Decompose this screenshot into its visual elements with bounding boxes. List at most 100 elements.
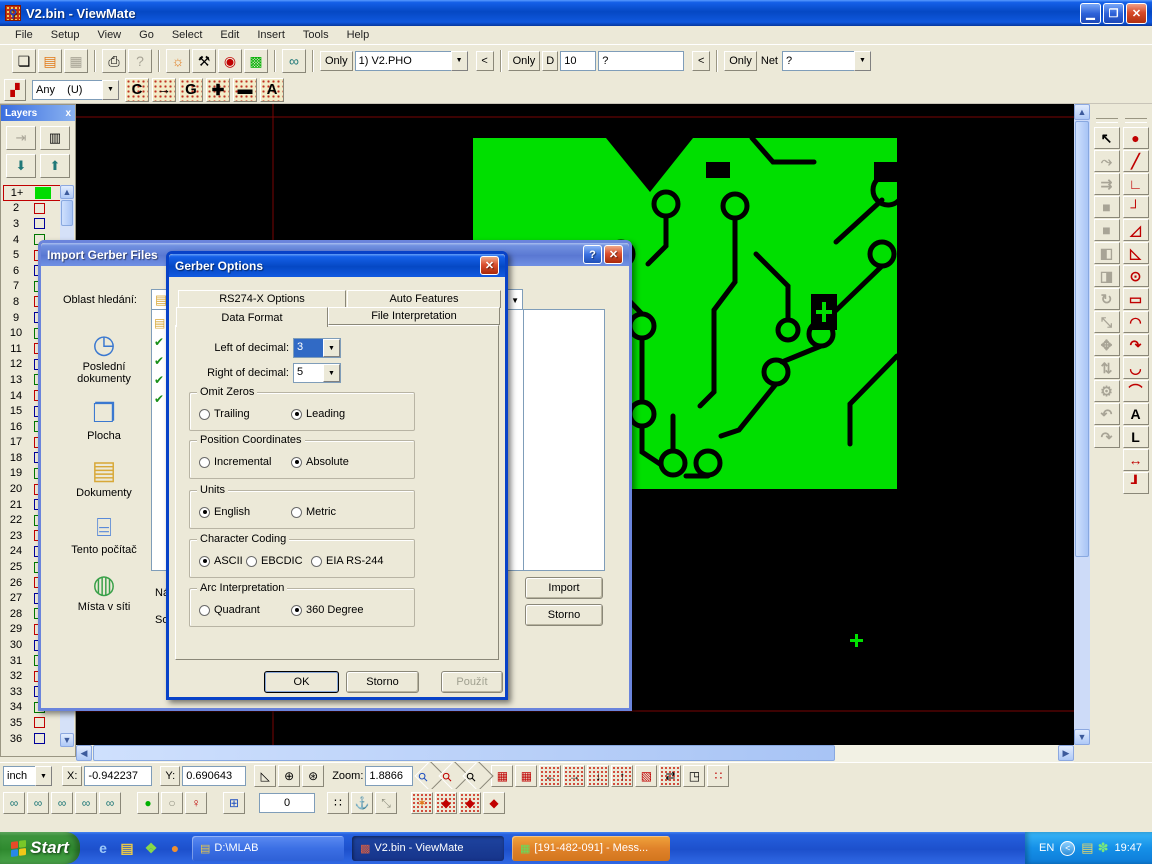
aperture-flash-button[interactable]: ✚ (206, 78, 230, 102)
menu-view[interactable]: View (88, 27, 130, 43)
radio-absolute[interactable] (291, 457, 302, 468)
aperture-slot-button[interactable]: ▬ (233, 78, 257, 102)
vertical-scroll-thumb[interactable] (1075, 121, 1089, 557)
mirror-vertical-button[interactable]: ◨ (1094, 265, 1120, 287)
close-icon[interactable]: ✕ (604, 245, 623, 264)
tab-data-format[interactable]: Data Format (176, 307, 328, 327)
layer-stack-button[interactable]: ▥ (40, 126, 70, 150)
layer-up-button[interactable]: ⬆ (40, 154, 70, 178)
minimize-button[interactable]: ▁ (1080, 3, 1101, 24)
radio-incremental[interactable] (199, 457, 210, 468)
dcode-mode-icon[interactable]: ◉ (218, 49, 242, 73)
task-messenger[interactable]: ▦[191-482-091] - Mess... (512, 836, 670, 861)
layer-row[interactable]: 3 (3, 216, 61, 232)
chevron-down-icon[interactable]: ▼ (35, 766, 52, 786)
layer-down-button[interactable]: ⬇ (6, 154, 36, 178)
select-cursor-button[interactable]: ↖ (1094, 127, 1120, 149)
layer-row[interactable]: 36 (3, 731, 61, 747)
relative-origin-icon[interactable]: ⊛ (302, 765, 324, 787)
draw-arc-point-button[interactable]: ◿ (1123, 219, 1149, 241)
new-file-icon[interactable]: ❏ (12, 49, 36, 73)
anchor-icon[interactable]: ⚓ (351, 792, 373, 814)
menu-go[interactable]: Go (130, 27, 163, 43)
pan-up-icon[interactable]: ↑ (611, 765, 633, 787)
layers-scroll-up-icon[interactable]: ▲ (60, 185, 74, 199)
left-of-decimal-combo[interactable]: 3 ▼ (293, 338, 341, 358)
print-icon[interactable]: ⎙ (102, 49, 126, 73)
grid-value-field[interactable]: 0 (259, 793, 315, 813)
preview-pane[interactable] (523, 309, 605, 571)
undo-curve-button[interactable]: ↶ (1094, 403, 1120, 425)
tray-clipboard-icon[interactable]: ▤ (1081, 840, 1093, 856)
dcode-label-button[interactable]: D (542, 51, 558, 71)
zoom-window-icon[interactable]: ⚲ (463, 760, 494, 791)
layers-close-icon[interactable]: x (65, 108, 71, 119)
scroll-right-icon[interactable]: ▶ (1058, 745, 1074, 761)
book-launcher-icon[interactable]: ❖ (142, 839, 160, 857)
restore-button[interactable]: ❐ (1103, 3, 1124, 24)
draw-pad-button[interactable]: ● (1123, 127, 1149, 149)
place-recent[interactable]: ◷Poslední dokumenty (58, 329, 150, 385)
step-repeat-button[interactable]: ⇅ (1094, 357, 1120, 379)
task-viewmate[interactable]: ▩V2.bin - ViewMate (352, 836, 504, 861)
draw-arc3-button[interactable]: ⌒ (1123, 380, 1149, 402)
flash-red-icon[interactable]: ◆ (435, 792, 457, 814)
scroll-down-icon[interactable]: ▼ (1074, 729, 1090, 745)
layer-row[interactable]: 1+ (3, 185, 61, 201)
unit-combo[interactable]: inch ▼ (3, 766, 52, 786)
view-lines-icon[interactable]: ∞ (27, 792, 49, 814)
draw-corner-button[interactable]: ┘ (1123, 196, 1149, 218)
help-icon[interactable]: ? (583, 245, 602, 264)
layers-scroll-down-icon[interactable]: ▼ (60, 733, 74, 747)
aperture-draw-button[interactable]: → (152, 78, 176, 102)
firefox-launcher-icon[interactable]: ● (166, 839, 184, 857)
move-points-button[interactable]: ⇉ (1094, 173, 1120, 195)
menu-select[interactable]: Select (163, 27, 212, 43)
radio-trailing[interactable] (199, 409, 210, 420)
title-bar[interactable]: ⚲ V2.bin - ViewMate ▁ ❐ ✕ (0, 0, 1152, 26)
flash-black-icon[interactable]: ◆ (483, 792, 505, 814)
radio-ebcdic[interactable] (246, 556, 257, 567)
select-window-icon[interactable]: ◳ (683, 765, 705, 787)
tab-file-interpretation[interactable]: File Interpretation (328, 307, 500, 325)
rotate-button[interactable]: ↻ (1094, 288, 1120, 310)
radio-english[interactable] (199, 507, 210, 518)
aperture-circle-button[interactable]: C (125, 78, 149, 102)
draw-polyline-button[interactable]: ∟ (1123, 173, 1149, 195)
pan-left-icon[interactable]: ← (539, 765, 561, 787)
horizontal-scroll-thumb[interactable] (93, 745, 835, 761)
view-highlight-icon[interactable]: ∞ (99, 792, 121, 814)
place-documents[interactable]: ▤Dokumenty (58, 455, 150, 499)
only-layer-button[interactable]: Only (320, 51, 353, 71)
radio-option[interactable]: Quadrant (199, 604, 260, 616)
chevron-down-icon[interactable]: ▼ (854, 51, 871, 71)
close-icon[interactable]: ✕ (480, 256, 499, 275)
redraw-grid-icon[interactable]: ▦ (491, 765, 513, 787)
layer-color-swatch[interactable] (34, 733, 45, 744)
save-icon[interactable]: ▦ (64, 49, 88, 73)
move-trace-button[interactable]: ⤳ (1094, 150, 1120, 172)
vertical-scrollbar[interactable]: ▲ ▼ (1074, 104, 1090, 745)
close-button[interactable]: ✕ (1126, 3, 1147, 24)
pan-right-icon[interactable]: → (563, 765, 585, 787)
radio-ascii[interactable] (199, 556, 210, 567)
radio-option[interactable]: Absolute (291, 456, 349, 468)
scale-button[interactable]: ⤡ (1094, 311, 1120, 333)
net-combo[interactable]: ? ▼ (782, 51, 871, 71)
view-pads-icon[interactable]: ∞ (51, 792, 73, 814)
place-desktop[interactable]: ❐Plocha (58, 398, 150, 442)
draw-arc2-button[interactable]: ◡ (1123, 357, 1149, 379)
radio-option[interactable]: EBCDIC (246, 555, 303, 567)
tools-mode-icon[interactable]: ⚒ (192, 49, 216, 73)
radio-option[interactable]: English (199, 506, 250, 518)
menu-file[interactable]: File (6, 27, 42, 43)
draw-corner2-button[interactable]: ┚ (1123, 472, 1149, 494)
x-coordinate-field[interactable]: -0.942237 (84, 766, 152, 786)
draw-dimension-button[interactable]: ↔ (1123, 449, 1149, 471)
right-of-decimal-combo[interactable]: 5 ▼ (293, 363, 341, 383)
radio-option[interactable]: Leading (291, 408, 345, 420)
radio-option[interactable]: EIA RS-244 (311, 555, 383, 567)
view-swap-icon[interactable]: ⇄ (659, 765, 681, 787)
radio-option[interactable]: 360 Degree (291, 604, 364, 616)
aperture-highlight-icon[interactable]: ▞ (4, 79, 26, 101)
